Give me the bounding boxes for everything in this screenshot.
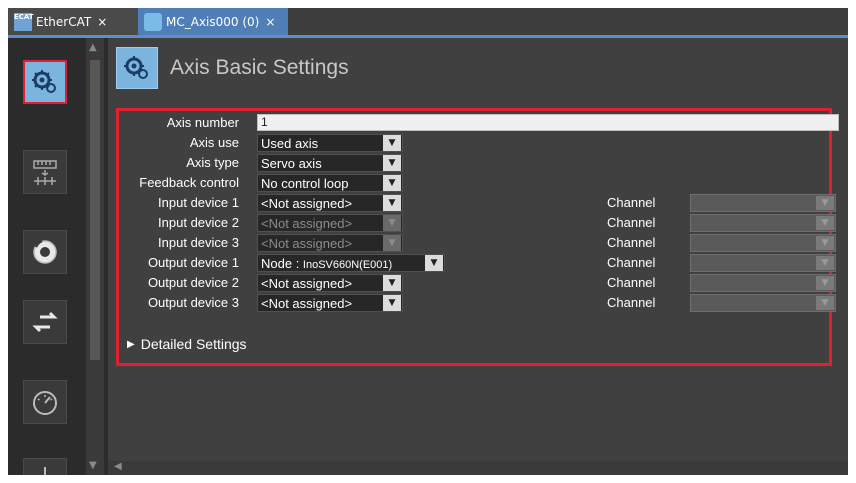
detailed-settings-expander[interactable]: ▶ Detailed Settings bbox=[127, 333, 247, 355]
gear-icon bbox=[32, 70, 56, 93]
input-device-2-select: <Not assigned> ▼ bbox=[257, 214, 403, 232]
output-device-1-select[interactable]: Node : InoSV660N(E001) ▼ bbox=[257, 254, 445, 272]
dropdown-arrow-icon[interactable]: ▼ bbox=[383, 275, 401, 291]
channel-label: Channel bbox=[607, 275, 656, 290]
input-device-3-row: Input device 3 <Not assigned> ▼ Channel … bbox=[119, 233, 836, 253]
axis-use-row: Axis use Used axis ▼ bbox=[119, 133, 835, 153]
field-label: Output device 1 bbox=[147, 255, 239, 270]
field-label: Input device 3 bbox=[158, 235, 239, 250]
axis-settings-icon bbox=[116, 47, 158, 89]
input-device-3-channel-select: ▼ bbox=[690, 234, 836, 252]
axis-origin-icon bbox=[44, 467, 46, 475]
scroll-down-icon[interactable]: ▼ bbox=[89, 460, 97, 471]
vertical-scrollbar[interactable]: ▲ ▼ bbox=[86, 38, 104, 475]
operation-settings-button[interactable] bbox=[23, 230, 67, 274]
dropdown-arrow-icon[interactable]: ▼ bbox=[425, 255, 443, 271]
bidirectional-arrows-icon bbox=[32, 311, 58, 333]
tab-mc-axis000[interactable]: MC_Axis000 (0) × bbox=[138, 8, 288, 35]
motor-icon bbox=[33, 239, 57, 264]
axis-number-input[interactable]: 1 bbox=[257, 114, 839, 131]
output-device-2-row: Output device 2 <Not assigned> ▼ Channel… bbox=[119, 273, 836, 293]
input-device-3-select: <Not assigned> ▼ bbox=[257, 234, 403, 252]
dropdown-arrow-icon[interactable]: ▼ bbox=[383, 195, 401, 211]
field-label: Input device 2 bbox=[158, 215, 239, 230]
gauge-icon bbox=[33, 391, 57, 415]
dropdown-arrow-icon[interactable]: ▼ bbox=[383, 135, 401, 151]
field-label: Axis number bbox=[166, 115, 239, 130]
output-device-1-channel-select: ▼ bbox=[690, 254, 836, 272]
field-label: Output device 3 bbox=[147, 295, 239, 310]
panel-heading: Axis Basic Settings bbox=[116, 46, 349, 90]
axis-number-row: Axis number 1 bbox=[119, 113, 839, 133]
axis-basic-settings-button[interactable] bbox=[23, 60, 67, 104]
feedback-control-row: Feedback control No control loop ▼ bbox=[119, 173, 835, 193]
settings-category-bar bbox=[8, 38, 83, 475]
position-count-settings-button[interactable] bbox=[23, 458, 67, 475]
field-label: Axis type bbox=[186, 155, 239, 170]
axis-settings-panel: Axis Basic Settings Axis number 1 Axis u… bbox=[108, 38, 848, 475]
axis-type-row: Axis type Servo axis ▼ bbox=[119, 153, 835, 173]
dropdown-arrow-icon: ▼ bbox=[383, 235, 401, 251]
scroll-left-icon[interactable]: ◀ bbox=[114, 461, 122, 472]
input-device-2-channel-select: ▼ bbox=[690, 214, 836, 232]
channel-label: Channel bbox=[607, 295, 656, 310]
feedback-control-select[interactable]: No control loop ▼ bbox=[257, 174, 403, 192]
scroll-up-icon[interactable]: ▲ bbox=[89, 42, 97, 53]
output-device-2-channel-select: ▼ bbox=[690, 274, 836, 292]
dropdown-arrow-icon[interactable]: ▼ bbox=[383, 295, 401, 311]
channel-label: Channel bbox=[607, 195, 656, 210]
axis-use-select[interactable]: Used axis ▼ bbox=[257, 134, 403, 152]
output-device-3-channel-select: ▼ bbox=[690, 294, 836, 312]
channel-label: Channel bbox=[607, 255, 656, 270]
horizontal-scrollbar[interactable]: ◀ bbox=[108, 461, 848, 475]
dropdown-arrow-icon: ▼ bbox=[816, 196, 834, 210]
output-device-2-select[interactable]: <Not assigned> ▼ bbox=[257, 274, 403, 292]
tab-label: MC_Axis000 (0) bbox=[166, 14, 260, 29]
ruler-icon bbox=[33, 160, 57, 185]
output-device-3-row: Output device 3 <Not assigned> ▼ Channel… bbox=[119, 293, 836, 313]
dropdown-arrow-icon: ▼ bbox=[816, 276, 834, 290]
axis-gear-icon bbox=[144, 12, 162, 31]
detailed-settings-label: Detailed Settings bbox=[140, 336, 247, 352]
axis-basic-settings-form: Axis number 1 Axis use Used axis ▼ Axis … bbox=[116, 108, 839, 366]
other-operation-settings-button[interactable] bbox=[23, 300, 67, 344]
input-device-1-channel-select: ▼ bbox=[690, 194, 836, 212]
dropdown-arrow-icon[interactable]: ▼ bbox=[383, 175, 401, 191]
dropdown-arrow-icon: ▼ bbox=[816, 296, 834, 310]
dropdown-arrow-icon: ▼ bbox=[816, 236, 834, 250]
output-device-3-select[interactable]: <Not assigned> ▼ bbox=[257, 294, 403, 312]
output-device-1-row: Output device 1 Node : InoSV660N(E001) ▼… bbox=[119, 253, 836, 273]
field-label: Input device 1 bbox=[158, 195, 239, 210]
channel-label: Channel bbox=[607, 215, 656, 230]
page-title: Axis Basic Settings bbox=[170, 56, 349, 79]
dropdown-arrow-icon[interactable]: ▼ bbox=[383, 155, 401, 171]
close-icon[interactable]: × bbox=[265, 15, 275, 29]
close-icon[interactable]: × bbox=[97, 15, 107, 29]
field-label: Output device 2 bbox=[147, 275, 239, 290]
expand-triangle-icon: ▶ bbox=[127, 338, 135, 350]
tab-ethercat[interactable]: ECAT EtherCAT × bbox=[8, 8, 138, 35]
unit-conversion-settings-button[interactable] bbox=[23, 150, 67, 194]
input-device-1-row: Input device 1 <Not assigned> ▼ Channel … bbox=[119, 193, 836, 213]
tab-label: EtherCAT bbox=[36, 14, 92, 29]
ethercat-icon: ECAT bbox=[14, 12, 34, 31]
tab-bar: ECAT EtherCAT × MC_Axis000 (0) × bbox=[8, 8, 848, 38]
input-device-1-select[interactable]: <Not assigned> ▼ bbox=[257, 194, 403, 212]
editor-window: ECAT EtherCAT × MC_Axis000 (0) × ▲ ▼ Axi… bbox=[8, 8, 848, 475]
field-label: Feedback control bbox=[139, 175, 239, 190]
limit-settings-button[interactable] bbox=[23, 380, 67, 424]
dropdown-arrow-icon: ▼ bbox=[816, 256, 834, 270]
scrollbar-thumb[interactable] bbox=[90, 60, 100, 360]
channel-label: Channel bbox=[607, 235, 656, 250]
dropdown-arrow-icon: ▼ bbox=[383, 215, 401, 231]
dropdown-arrow-icon: ▼ bbox=[816, 216, 834, 230]
input-device-2-row: Input device 2 <Not assigned> ▼ Channel … bbox=[119, 213, 836, 233]
field-label: Axis use bbox=[189, 135, 239, 150]
axis-type-select[interactable]: Servo axis ▼ bbox=[257, 154, 403, 172]
